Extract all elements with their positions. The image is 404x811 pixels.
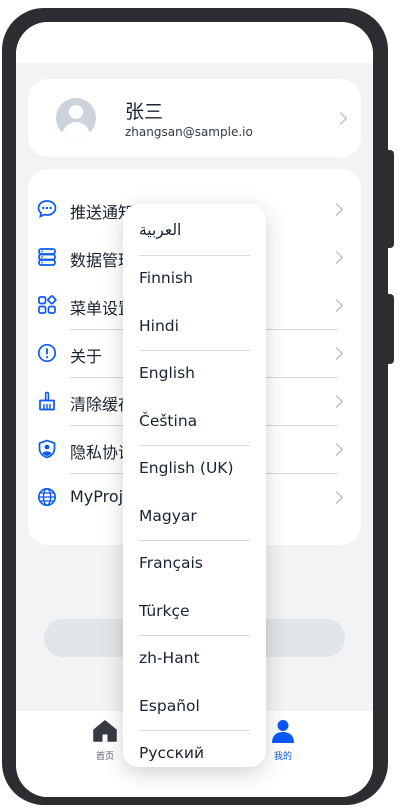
database-icon <box>38 248 56 266</box>
option-divider <box>139 350 250 351</box>
globe-icon <box>38 488 56 506</box>
home-icon <box>93 720 117 742</box>
language-option[interactable]: العربية <box>139 221 181 239</box>
language-option[interactable]: Français <box>139 554 203 572</box>
language-option[interactable]: zh-Hant <box>139 649 200 667</box>
language-option[interactable]: Finnish <box>139 269 193 287</box>
language-dropdown: العربية Finnish Hindi English Čeština En… <box>123 204 266 767</box>
chevron-right-icon <box>330 203 343 216</box>
person-icon <box>272 720 294 743</box>
chevron-right-icon <box>330 347 343 360</box>
chat-bubble-icon <box>37 200 57 219</box>
chevron-right-icon <box>330 443 343 456</box>
language-option[interactable]: English (UK) <box>139 459 234 477</box>
language-option[interactable]: Hindi <box>139 317 179 335</box>
avatar <box>56 98 96 138</box>
menu-item-label: 关于 <box>70 347 103 366</box>
language-option[interactable]: Русский <box>139 744 204 762</box>
chevron-right-icon <box>334 112 347 125</box>
language-option[interactable]: Magyar <box>139 507 197 525</box>
language-option[interactable]: Čeština <box>139 412 197 430</box>
profile-card[interactable]: 张三 zhangsan@sample.io <box>28 79 361 157</box>
info-icon <box>37 343 57 363</box>
status-bar <box>16 22 373 63</box>
device-side-button <box>386 150 394 248</box>
option-divider <box>139 635 250 636</box>
option-divider <box>139 540 250 541</box>
language-option[interactable]: English <box>139 364 195 382</box>
chevron-right-icon <box>330 299 343 312</box>
profile-email: zhangsan@sample.io <box>125 125 253 139</box>
chevron-right-icon <box>330 395 343 408</box>
option-divider <box>139 255 250 256</box>
chevron-right-icon <box>330 251 343 264</box>
grid-menu-icon <box>38 295 57 314</box>
device-side-button <box>386 294 394 364</box>
shield-user-icon <box>38 439 56 459</box>
option-divider <box>139 730 250 731</box>
profile-name: 张三 <box>125 101 164 123</box>
language-option[interactable]: Español <box>139 697 200 715</box>
option-divider <box>139 445 250 446</box>
chevron-right-icon <box>330 491 343 504</box>
broom-icon <box>39 391 55 411</box>
language-option[interactable]: Türkçe <box>139 602 190 620</box>
